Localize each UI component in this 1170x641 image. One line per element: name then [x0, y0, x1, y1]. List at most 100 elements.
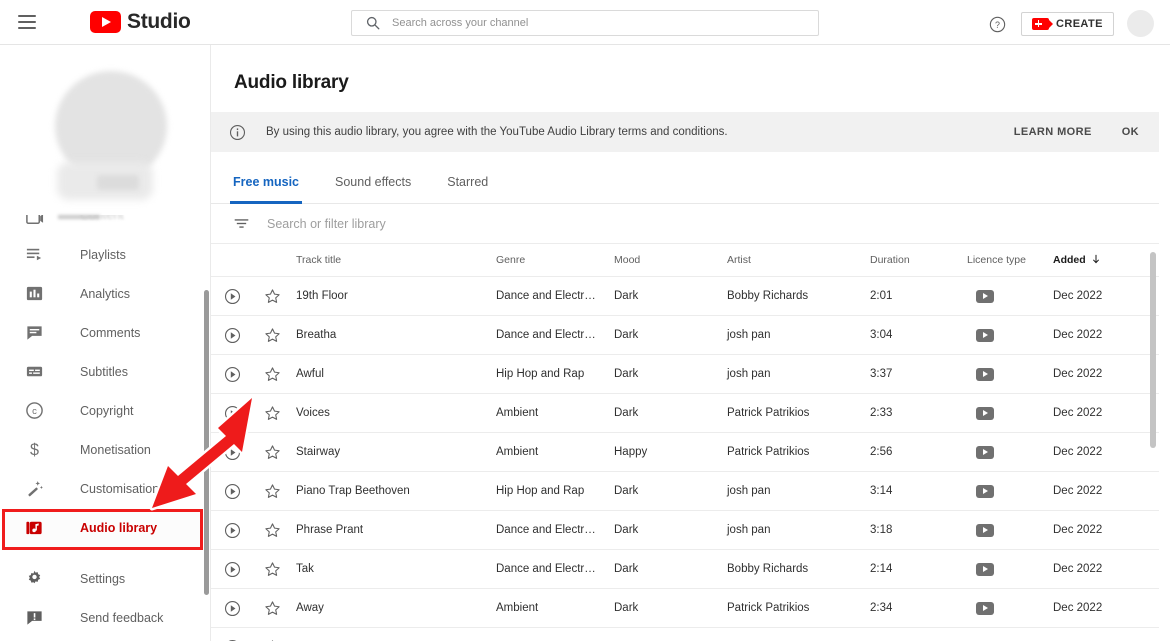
avatar[interactable] [1127, 10, 1154, 37]
sidebar-item-content[interactable]: Content [0, 215, 210, 235]
filter-icon[interactable] [233, 215, 250, 232]
sidebar-item-label: Playlists [80, 247, 126, 262]
table-row[interactable]: Tak Dance and Electr… Dark Bobby Richards 2:… [211, 550, 1159, 589]
star-outline-icon[interactable] [253, 327, 292, 344]
star-outline-icon[interactable] [253, 405, 292, 422]
table-row[interactable]: Awful Hip Hop and Rap Dark josh pan 3:37 Dec … [211, 355, 1159, 394]
table-row[interactable]: Piano Trap Beethoven Hip Hop and Rap Dark j… [211, 472, 1159, 511]
play-circle-icon[interactable] [211, 288, 253, 305]
play-circle-icon[interactable] [211, 483, 253, 500]
magic-wand-icon [22, 477, 46, 501]
play-circle-icon[interactable] [211, 405, 253, 422]
cell-track-title: 19th Floor [296, 290, 348, 302]
cell-duration: 2:33 [870, 407, 893, 419]
cell-genre: Dance and Electr… [496, 524, 596, 536]
table-row[interactable]: Stairway Ambient Happy Patrick Patrikios 2:5… [211, 433, 1159, 472]
sidebar-item-analytics[interactable]: Analytics [0, 274, 210, 313]
cell-artist: Patrick Patrikios [727, 407, 810, 419]
table-row[interactable]: 19th Floor Dance and Electr… Dark Bobby Ric… [211, 277, 1159, 316]
help-circle-icon[interactable]: ? [989, 16, 1006, 38]
cell-duration: 2:34 [870, 602, 893, 614]
tab-sound-effects[interactable]: Sound effects [335, 160, 411, 204]
learn-more-button[interactable]: LEARN MORE [1014, 126, 1092, 138]
copyright-icon: c [22, 399, 46, 423]
table-row[interactable]: Breatha Dance and Electr… Dark josh pan 3:04… [211, 316, 1159, 355]
main-scrollbar[interactable] [1150, 252, 1156, 448]
search-input[interactable] [392, 17, 792, 29]
sidebar-item-customisation[interactable]: Customisation [0, 469, 210, 508]
star-outline-icon[interactable] [253, 600, 292, 617]
cell-genre: Dance and Electr… [496, 290, 596, 302]
create-button-label: CREATE [1056, 18, 1103, 30]
cell-added: Dec 2022 [1053, 368, 1103, 380]
play-circle-icon[interactable] [211, 561, 253, 578]
cell-track-title: Awful [296, 368, 324, 380]
sidebar-item-playlists[interactable]: Playlists [0, 235, 210, 274]
star-outline-icon[interactable] [253, 561, 292, 578]
play-circle-icon[interactable] [211, 366, 253, 383]
play-circle-icon[interactable] [211, 444, 253, 461]
create-button[interactable]: CREATE [1021, 12, 1114, 36]
star-outline-icon[interactable] [253, 366, 292, 383]
library-filter-input[interactable] [267, 216, 667, 231]
table-row[interactable]: Voices Ambient Dark Patrick Patrikios 2:33 De… [211, 394, 1159, 433]
star-outline-icon[interactable] [253, 483, 292, 500]
cell-added: Dec 2022 [1053, 602, 1103, 614]
sidebar-item-monetisation[interactable]: $ Monetisation [0, 430, 210, 469]
youtube-play-icon [90, 11, 121, 33]
sidebar-divider [0, 547, 210, 559]
header-licence-type[interactable]: Licence type [967, 254, 1053, 266]
video-camera-plus-icon [1032, 18, 1053, 30]
terms-notice-text: By using this audio library, you agree w… [266, 126, 728, 138]
cell-added: Dec 2022 [1053, 329, 1103, 341]
cell-mood: Dark [614, 290, 639, 302]
header-artist[interactable]: Artist [727, 254, 870, 266]
studio-logo[interactable]: Studio [90, 10, 191, 34]
cell-duration: 2:01 [870, 290, 893, 302]
ok-button[interactable]: OK [1122, 126, 1139, 138]
play-circle-icon[interactable] [211, 600, 253, 617]
sidebar-item-label: Content [80, 215, 124, 222]
sidebar-item-label: Analytics [80, 286, 131, 301]
sidebar-item-comments[interactable]: Comments [0, 313, 210, 352]
header-genre[interactable]: Genre [496, 254, 614, 266]
sidebar-item-send-feedback[interactable]: Send feedback [0, 598, 210, 637]
search-box[interactable] [351, 10, 819, 36]
play-circle-icon[interactable] [211, 522, 253, 539]
star-outline-icon[interactable] [253, 444, 292, 461]
cell-artist: josh pan [727, 524, 771, 536]
header-mood[interactable]: Mood [614, 254, 727, 266]
sidebar-item-label: Send feedback [80, 610, 164, 625]
play-circle-icon[interactable] [211, 327, 253, 344]
hamburger-menu-icon[interactable] [18, 10, 42, 34]
content-icon [22, 215, 46, 230]
cell-track-title: Phrase Prant [296, 524, 364, 536]
cell-licence-type [967, 484, 1053, 498]
sidebar-item-copyright[interactable]: c Copyright [0, 391, 210, 430]
sidebar-scrollbar[interactable] [204, 290, 209, 595]
table-row[interactable]: Phrase Prant Dance and Electr… Dark josh pa… [211, 511, 1159, 550]
search-icon [366, 16, 380, 30]
cell-mood: Dark [614, 602, 639, 614]
tab-starred[interactable]: Starred [447, 160, 488, 204]
star-outline-icon[interactable] [253, 288, 292, 305]
youtube-badge-icon [976, 367, 994, 381]
dollar-sign-icon: $ [22, 438, 46, 462]
sidebar-item-audio-library[interactable]: Audio library [0, 508, 210, 547]
tab-free-music[interactable]: Free music [229, 160, 303, 204]
table-row[interactable]: Away Ambient Dark Patrick Patrikios 2:34 Dec … [211, 589, 1159, 628]
sidebar-item-settings[interactable]: Settings [0, 559, 210, 598]
cell-genre: Dance and Electr… [496, 329, 596, 341]
sidebar-item-label: Monetisation [80, 442, 151, 457]
star-outline-icon[interactable] [253, 522, 292, 539]
svg-text:c: c [32, 406, 37, 417]
sidebar-item-subtitles[interactable]: Subtitles [0, 352, 210, 391]
cell-licence-type [967, 523, 1053, 537]
header-track-title[interactable]: Track title [292, 254, 496, 266]
table-row[interactable]: JauntDance and Electr…RomanticBobby Rich… [211, 628, 1159, 641]
channel-info[interactable] [0, 45, 210, 219]
header-added[interactable]: Added [1053, 254, 1153, 267]
table-header-row: Track title Genre Mood Artist Duration L… [211, 244, 1159, 277]
header-duration[interactable]: Duration [870, 254, 967, 266]
cell-track-title: Piano Trap Beethoven [296, 485, 410, 497]
